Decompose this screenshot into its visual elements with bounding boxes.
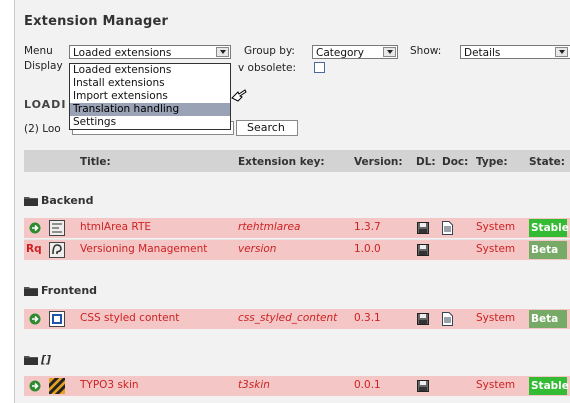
- table-row: Rq Versioning Management version 1.0.0 S…: [24, 240, 570, 260]
- install-icon[interactable]: [29, 313, 41, 325]
- state-badge: Stable: [529, 219, 569, 237]
- menu-select-value: Loaded extensions: [73, 47, 172, 59]
- extension-type: System: [476, 312, 516, 324]
- search-button[interactable]: Search: [236, 120, 298, 136]
- extension-key: version: [238, 243, 277, 255]
- extension-version-icon: [49, 242, 65, 258]
- extension-skin-icon: [49, 378, 65, 394]
- col-state: State:: [529, 156, 566, 168]
- folder-icon: [24, 197, 38, 206]
- download-icon[interactable]: [417, 380, 429, 392]
- group-title: Backend: [41, 194, 94, 207]
- extension-key: rtehtmlarea: [238, 221, 301, 233]
- download-icon[interactable]: [417, 244, 429, 256]
- extension-title-link[interactable]: CSS styled content: [80, 312, 179, 324]
- document-icon[interactable]: [442, 312, 453, 326]
- extension-title-link[interactable]: Versioning Management: [80, 243, 207, 255]
- folder-icon: [24, 287, 38, 296]
- section-heading: LOADI: [24, 98, 67, 111]
- display-obsolete-checkbox[interactable]: [314, 62, 325, 73]
- group-by-select[interactable]: Category: [312, 45, 398, 59]
- show-value: Details: [464, 47, 501, 59]
- col-extension-key: Extension key:: [238, 156, 325, 168]
- extension-version: 0.3.1: [354, 312, 381, 324]
- col-version: Version:: [354, 156, 403, 168]
- extension-type: System: [476, 243, 516, 255]
- page-title: Extension Manager: [24, 14, 169, 29]
- table-row: CSS styled content css_styled_content 0.…: [24, 309, 570, 329]
- download-icon[interactable]: [417, 313, 429, 325]
- menu-option-settings[interactable]: Settings: [70, 116, 230, 129]
- install-icon[interactable]: [29, 380, 41, 392]
- menu-dropdown-list: Loaded extensions Install extensions Imp…: [69, 63, 231, 130]
- requirement-marker: Rq: [26, 243, 42, 255]
- extension-manager-panel: [14, 0, 570, 403]
- chevron-down-icon[interactable]: [383, 47, 396, 57]
- group-title: Frontend: [41, 284, 98, 297]
- document-icon[interactable]: [442, 221, 453, 235]
- folder-icon: [24, 356, 38, 365]
- state-badge: Beta: [529, 241, 567, 259]
- extension-version: 1.0.0: [354, 243, 381, 255]
- col-type: Type:: [476, 156, 508, 168]
- menu-option-translation[interactable]: Translation handling: [70, 103, 230, 116]
- chevron-down-icon[interactable]: [555, 47, 568, 57]
- table-header: Title: Extension key: Version: DL: Doc: …: [24, 150, 570, 172]
- extension-version: 1.3.7: [354, 221, 381, 233]
- download-icon[interactable]: [417, 222, 429, 234]
- table-row: htmlArea RTE rtehtmlarea 1.3.7 System St…: [24, 218, 570, 238]
- extension-css-icon: [49, 311, 65, 327]
- menu-option-import[interactable]: Import extensions: [70, 90, 230, 103]
- state-badge: Beta: [529, 310, 567, 328]
- extension-version: 0.0.1: [354, 379, 381, 391]
- group-by-value: Category: [316, 47, 364, 59]
- extension-title-link[interactable]: TYPO3 skin: [80, 379, 139, 391]
- install-icon[interactable]: [29, 222, 41, 234]
- menu-select[interactable]: Loaded extensions: [69, 45, 231, 59]
- extension-type: System: [476, 221, 516, 233]
- hand-cursor-icon: [231, 89, 247, 102]
- list-count: (2) Loo: [24, 123, 61, 135]
- obsolete-label: v obsolete:: [238, 62, 297, 74]
- state-badge: Stable: [529, 377, 569, 395]
- extension-key: t3skin: [238, 379, 270, 391]
- menu-option-install[interactable]: Install extensions: [70, 77, 230, 90]
- menu-option-loaded[interactable]: Loaded extensions: [70, 64, 230, 77]
- group-title: []: [41, 353, 52, 366]
- menu-label: Menu: [24, 45, 53, 57]
- extension-type: System: [476, 379, 516, 391]
- table-row: TYPO3 skin t3skin 0.0.1 System Stable: [24, 376, 570, 396]
- show-label: Show:: [410, 45, 442, 57]
- col-doc: Doc:: [442, 156, 469, 168]
- chevron-down-icon[interactable]: [216, 47, 229, 57]
- extension-rte-icon: [49, 220, 65, 236]
- display-label: Display: [24, 60, 63, 72]
- group-by-label: Group by:: [244, 45, 295, 57]
- col-dl: DL:: [416, 156, 436, 168]
- col-title: Title:: [80, 156, 111, 168]
- extension-title-link[interactable]: htmlArea RTE: [80, 221, 151, 233]
- show-select[interactable]: Details: [460, 45, 570, 59]
- extension-key: css_styled_content: [238, 312, 338, 324]
